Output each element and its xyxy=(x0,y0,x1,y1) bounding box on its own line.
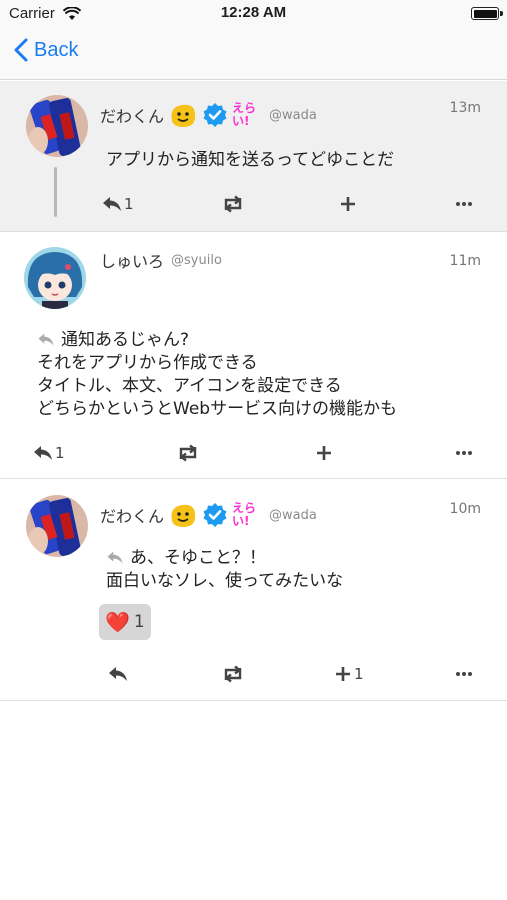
verified-icon xyxy=(203,503,227,527)
note-actions: 1 xyxy=(0,444,507,470)
note-line: タイトル、本文、アイコンを設定できる xyxy=(37,376,342,396)
user-name[interactable]: しゅいろ xyxy=(100,248,164,272)
reply-icon xyxy=(109,667,127,681)
back-button[interactable]: Back xyxy=(14,38,78,62)
renote-button[interactable] xyxy=(176,444,200,462)
erai-badge: えらい! xyxy=(232,501,257,528)
renote-icon xyxy=(224,665,242,683)
note-line-text: 通知あるじゃん? xyxy=(61,330,190,350)
navigation-bar: Back xyxy=(0,28,507,80)
note-header: だわくん えらい! @wada xyxy=(100,501,317,529)
back-label: Back xyxy=(34,38,79,61)
reply-count: 1 xyxy=(124,195,134,213)
heart-icon: ❤️ xyxy=(105,610,130,634)
note-item[interactable]: しゅいろ @syuilo 11m 通知あるじゃん? それをアプリから作成できる … xyxy=(0,232,507,479)
plus-icon xyxy=(341,197,355,211)
reaction-heart[interactable]: ❤️ 1 xyxy=(99,604,151,640)
note-header: しゅいろ @syuilo xyxy=(100,248,222,272)
clock: 12:28 AM xyxy=(220,4,287,21)
more-button[interactable] xyxy=(455,195,473,213)
reply-icon xyxy=(103,197,121,211)
chevron-left-icon xyxy=(14,38,28,62)
note-line: どちらかというとWebサービス向けの機能かも xyxy=(37,399,398,419)
timestamp[interactable]: 11m xyxy=(450,253,481,269)
more-icon xyxy=(456,451,472,455)
timestamp[interactable]: 13m xyxy=(450,100,481,116)
user-handle[interactable]: @wada xyxy=(269,108,317,123)
add-reaction-button[interactable]: 1 xyxy=(334,665,364,683)
timestamp[interactable]: 10m xyxy=(450,501,481,517)
reaction-add-count: 1 xyxy=(354,665,364,683)
verified-icon xyxy=(203,103,227,127)
note-text: アプリから通知を送るってどゆことだ xyxy=(106,150,395,170)
add-reaction-button[interactable] xyxy=(315,444,333,462)
note-text: あ、そゆこと？！ 面白いなソレ、使ってみたいな xyxy=(106,547,343,593)
note-header: だわくん えらい! @wada xyxy=(100,101,317,129)
note-actions: 1 xyxy=(0,665,507,691)
reply-button[interactable]: 1 xyxy=(102,195,134,213)
plus-icon xyxy=(336,667,350,681)
reply-button[interactable]: 1 xyxy=(33,444,65,462)
reply-indicator-icon xyxy=(38,333,54,346)
reply-button[interactable] xyxy=(108,665,130,683)
more-button[interactable] xyxy=(455,444,473,462)
note-text: 通知あるじゃん? それをアプリから作成できる タイトル、本文、アイコンを設定でき… xyxy=(37,329,397,421)
renote-button[interactable] xyxy=(221,195,245,213)
note-line: あ、そゆこと？！ xyxy=(106,547,343,570)
note-item[interactable]: だわくん えらい! @wada 13m アプリから通知を送るってどゆことだ 1 xyxy=(0,81,507,232)
battery-icon xyxy=(471,7,503,20)
note-line: それをアプリから作成できる xyxy=(37,353,258,373)
erai-badge: えらい! xyxy=(232,101,257,128)
user-handle[interactable]: @syuilo xyxy=(171,253,222,268)
status-bar: Carrier 12:28 AM xyxy=(0,0,507,28)
blob-emoji-icon xyxy=(171,504,196,527)
reply-indicator-icon xyxy=(107,551,123,564)
more-icon xyxy=(456,202,472,206)
more-button[interactable] xyxy=(455,665,473,683)
avatar[interactable] xyxy=(26,95,88,157)
more-icon xyxy=(456,672,472,676)
avatar[interactable] xyxy=(24,247,86,309)
renote-icon xyxy=(224,195,242,213)
user-handle[interactable]: @wada xyxy=(269,508,317,523)
note-item[interactable]: だわくん えらい! @wada 10m あ、そゆこと？！ 面白いなソレ、使ってみ… xyxy=(0,479,507,701)
reply-icon xyxy=(34,446,52,460)
renote-button[interactable] xyxy=(221,665,245,683)
avatar[interactable] xyxy=(26,495,88,557)
note-line: 面白いなソレ、使ってみたいな xyxy=(106,571,344,591)
blob-emoji-icon xyxy=(171,104,196,127)
plus-icon xyxy=(317,446,331,460)
reaction-count: 1 xyxy=(133,612,145,632)
reply-count: 1 xyxy=(55,444,65,462)
user-name[interactable]: だわくん xyxy=(100,103,164,127)
note-line-text: あ、そゆこと？！ xyxy=(130,548,266,568)
user-name[interactable]: だわくん xyxy=(100,503,164,527)
add-reaction-button[interactable] xyxy=(339,195,357,213)
note-actions: 1 xyxy=(0,195,507,221)
renote-icon xyxy=(179,444,197,462)
note-line: 通知あるじゃん? xyxy=(37,329,397,352)
